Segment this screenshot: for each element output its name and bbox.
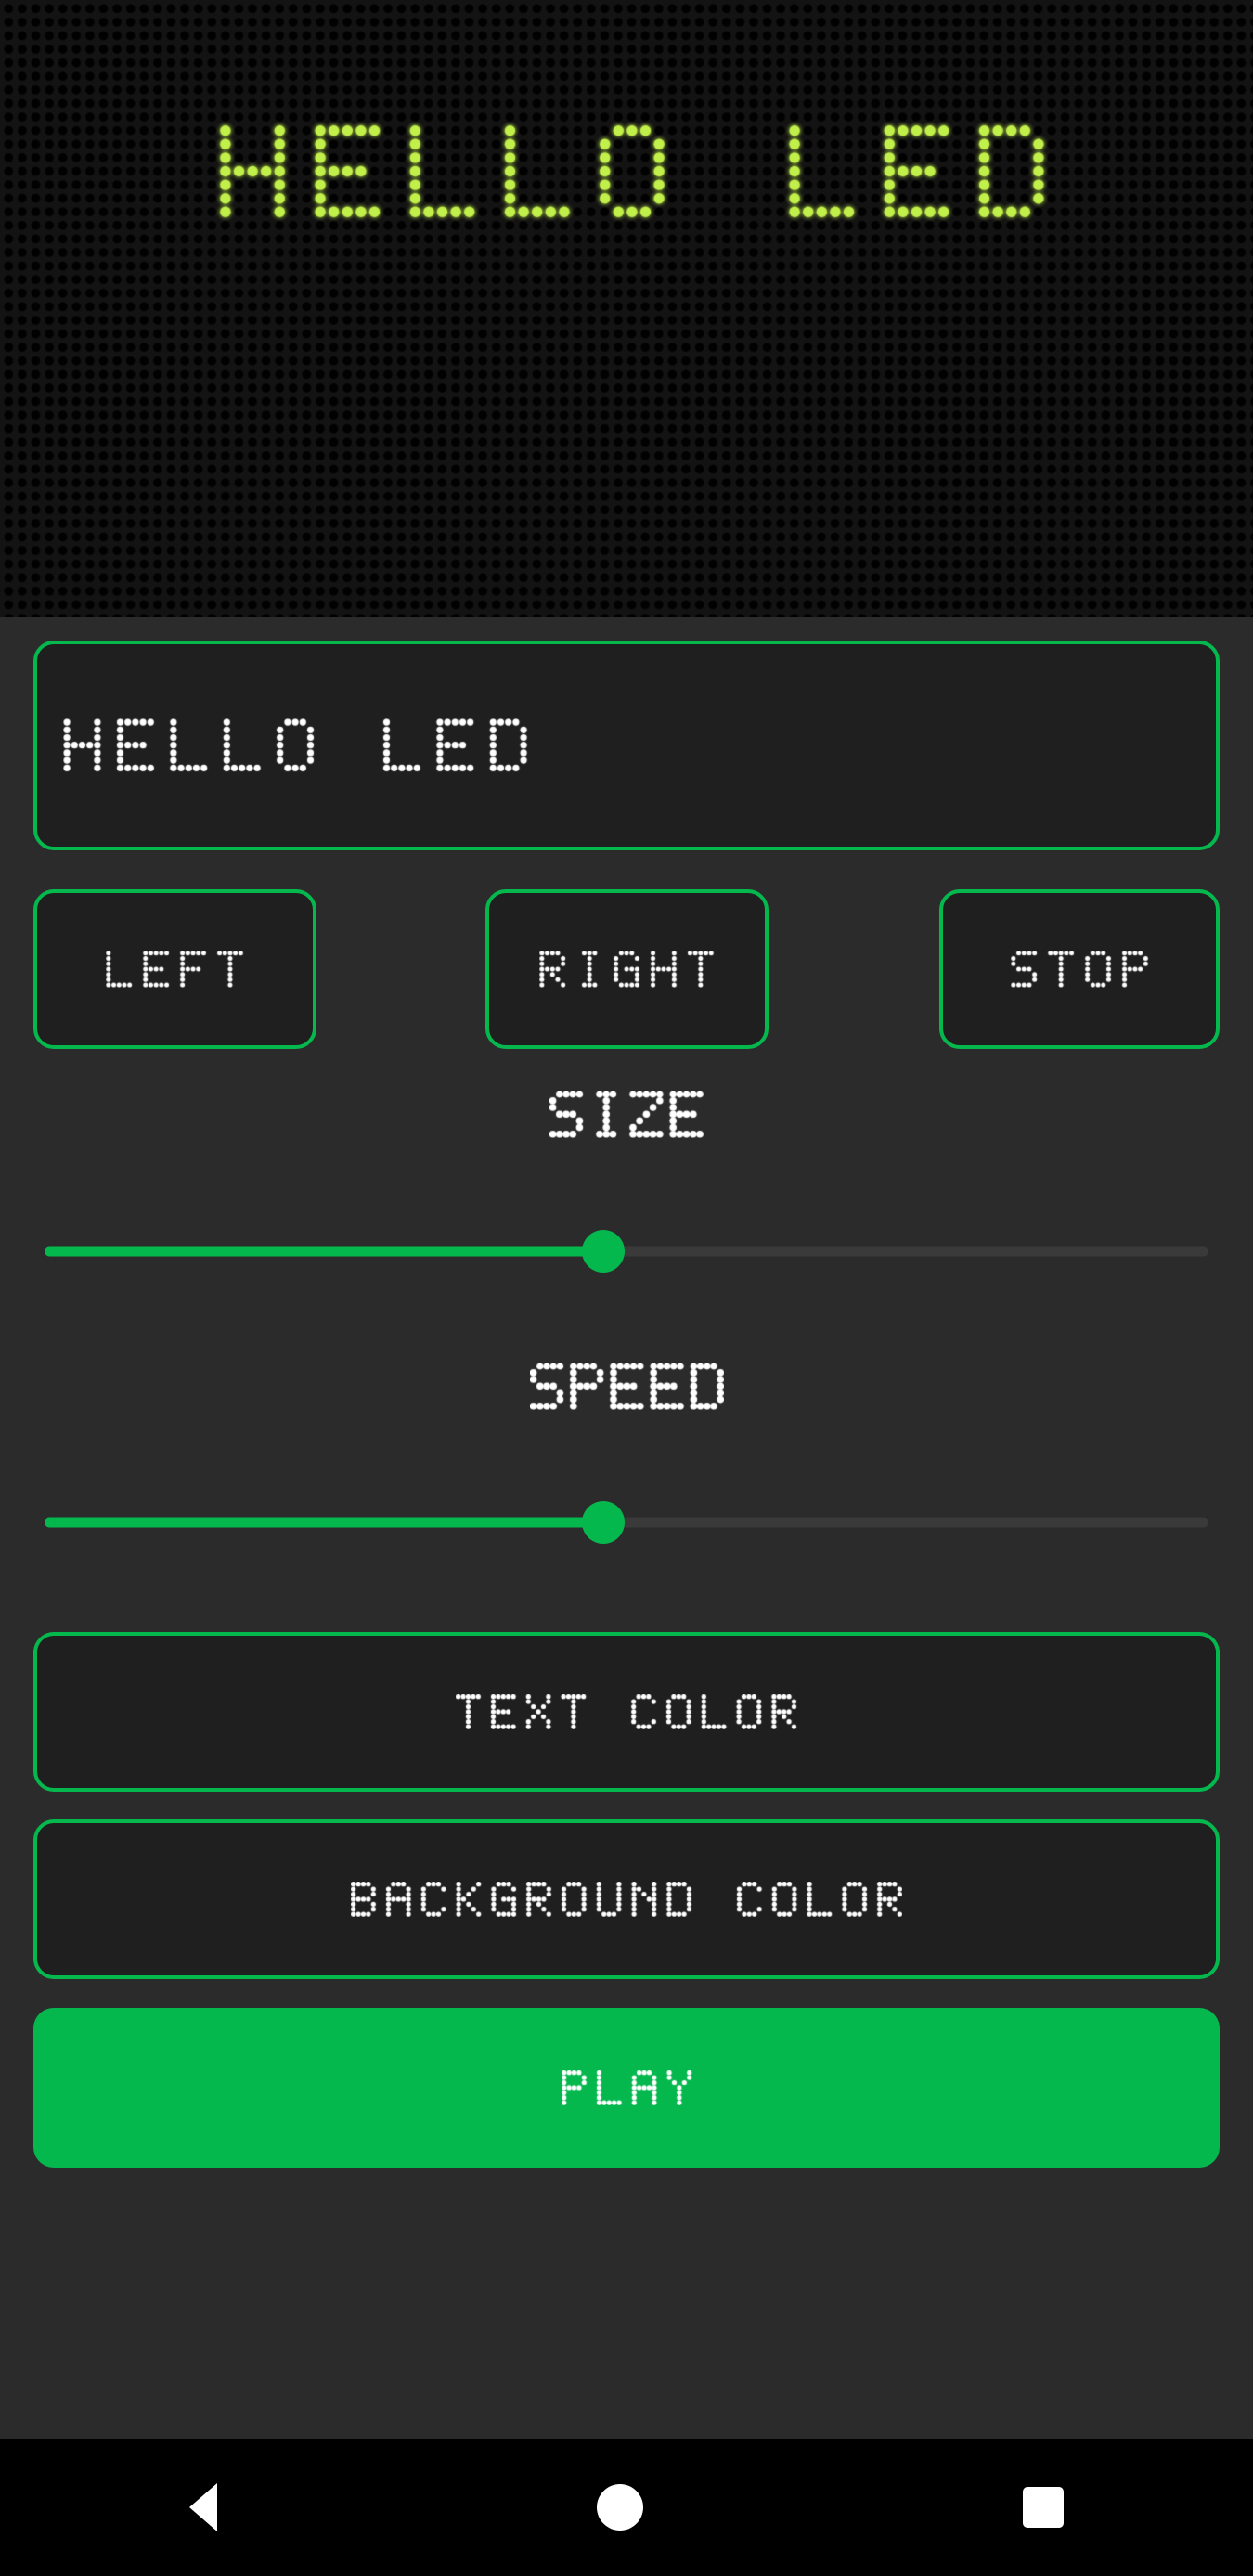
scroll-left-button-label xyxy=(106,951,244,988)
message-text-value xyxy=(63,718,528,772)
speed-slider-fill xyxy=(45,1517,603,1528)
play-button[interactable] xyxy=(33,2008,1220,2168)
background-color-button[interactable] xyxy=(33,1819,1220,1979)
led-marquee-panel xyxy=(0,0,1253,617)
scroll-right-button-label xyxy=(539,951,715,988)
size-label xyxy=(0,1091,1253,1138)
led-marquee-text xyxy=(0,0,1253,617)
android-navigation-bar xyxy=(0,2439,1253,2576)
speed-slider[interactable] xyxy=(45,1495,1208,1550)
speed-label xyxy=(0,1363,1253,1410)
triangle-left-icon[interactable] xyxy=(189,2483,218,2531)
message-text-input[interactable] xyxy=(33,641,1220,850)
speed-slider-thumb[interactable] xyxy=(581,1501,625,1544)
circle-icon[interactable] xyxy=(596,2484,643,2531)
scroll-stop-button-label xyxy=(1010,951,1149,988)
size-slider[interactable] xyxy=(45,1223,1208,1279)
text-color-button-label xyxy=(456,1694,797,1729)
scroll-right-button[interactable] xyxy=(485,889,769,1049)
size-slider-thumb[interactable] xyxy=(581,1230,625,1273)
scroll-stop-button[interactable] xyxy=(939,889,1220,1049)
background-color-button-label xyxy=(351,1882,902,1917)
play-button-label xyxy=(561,2070,692,2105)
speed-label-text xyxy=(529,1363,724,1410)
size-label-text xyxy=(549,1091,704,1138)
size-slider-fill xyxy=(45,1246,603,1257)
scroll-left-button[interactable] xyxy=(33,889,316,1049)
text-color-button[interactable] xyxy=(33,1632,1220,1792)
square-icon[interactable] xyxy=(1022,2487,1064,2528)
